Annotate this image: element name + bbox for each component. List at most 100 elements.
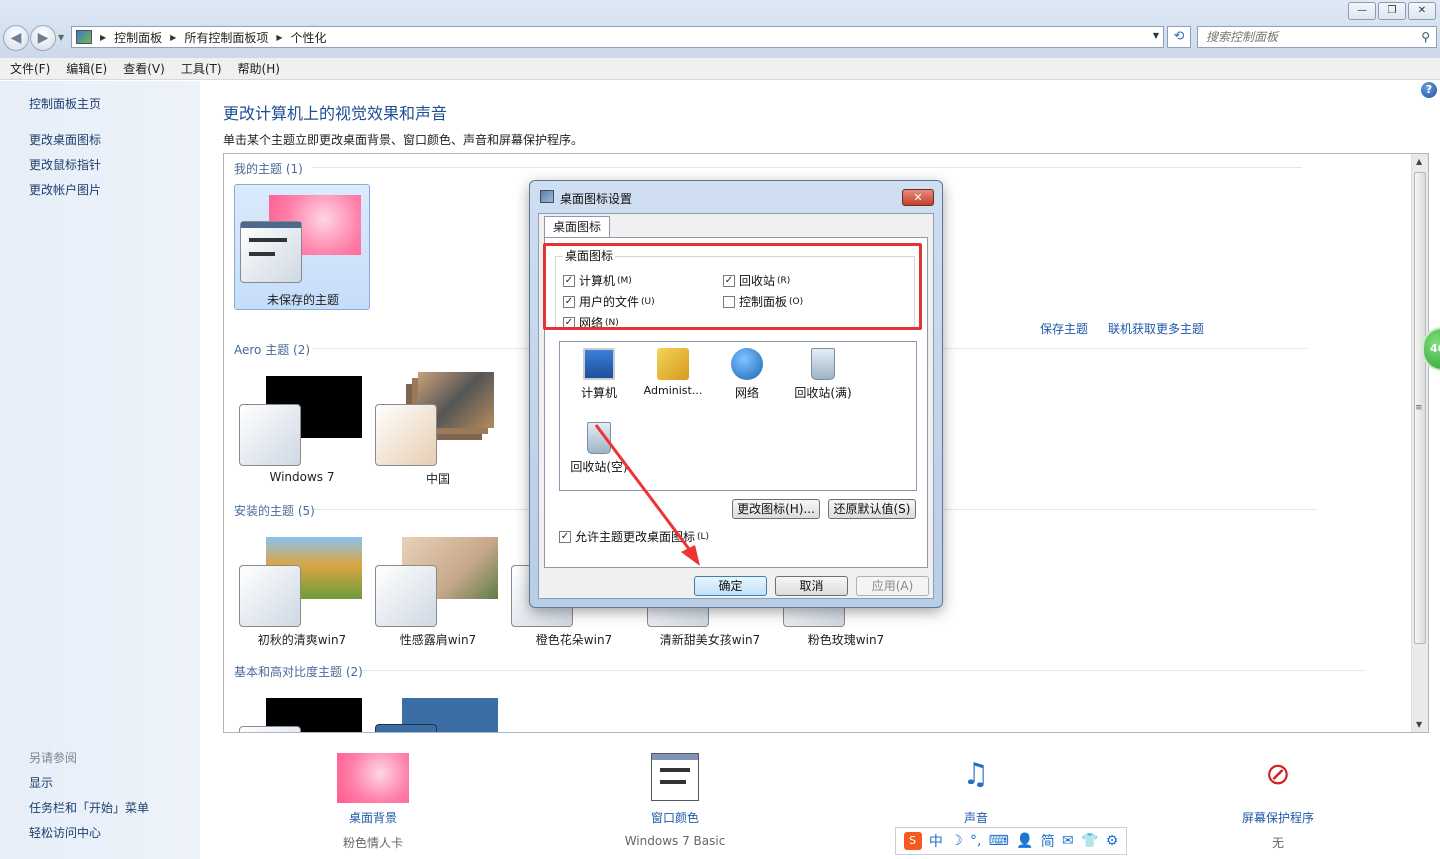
close-window-button[interactable]: ✕ (1408, 2, 1436, 20)
icon-item-network[interactable]: 网络 (710, 348, 784, 401)
sidebar-link-mouse-pointer[interactable]: 更改鼠标指针 (29, 156, 101, 173)
checkbox-label: 允许主题更改桌面图标 (575, 530, 696, 544)
page-description: 单击某个主题立即更改桌面背景、窗口颜色、声音和屏幕保护程序。 (223, 133, 584, 147)
screensaver-item[interactable]: ⊘ 屏幕保护程序 无 (1198, 753, 1358, 851)
ime-settings-icon[interactable]: ⚙ (1106, 833, 1119, 849)
ime-punct-icon[interactable]: °, (970, 833, 981, 849)
ok-button[interactable]: 确定 (694, 576, 767, 596)
checkbox-network[interactable]: ✓ 网络 (N) (563, 314, 619, 331)
checkbox-computer[interactable]: ✓ 计算机 (M) (563, 272, 632, 289)
ime-moon-icon[interactable]: ☽ (950, 833, 963, 849)
see-also-ease-of-access[interactable]: 轻松访问中心 (29, 824, 101, 841)
breadcrumb-all-items[interactable]: 所有控制面板项 (184, 29, 268, 46)
ime-simplified-mode[interactable]: 简 (1041, 831, 1055, 851)
menu-help[interactable]: 帮助(H) (238, 60, 280, 77)
section-basic-themes: 基本和高对比度主题 (2) (234, 665, 363, 679)
search-input[interactable] (1206, 30, 1411, 44)
sounds-icon: ♫ (962, 757, 990, 792)
desktop-background-item[interactable]: 桌面背景 粉色情人卡 (293, 753, 453, 851)
see-also-title: 另请参阅 (29, 751, 78, 765)
sounds-link[interactable]: 声音 (896, 809, 1056, 826)
theme-unsaved[interactable]: 未保存的主题 (234, 184, 370, 310)
maximize-button[interactable]: ❐ (1378, 2, 1406, 20)
forward-button[interactable]: ▶ (30, 25, 56, 51)
apply-button[interactable]: 应用(A) (856, 576, 929, 596)
change-icon-button[interactable]: 更改图标(H)... (732, 499, 820, 519)
recycle-bin-empty-icon (587, 422, 611, 454)
ime-skin-icon[interactable]: 👕 (1081, 833, 1098, 849)
ime-mail-icon[interactable]: ✉ (1062, 833, 1074, 849)
search-box[interactable]: ⚲ (1197, 26, 1437, 48)
icon-item-recycle-full[interactable]: 回收站(满) (786, 348, 860, 401)
checkbox-box[interactable]: ✓ (563, 274, 575, 287)
dialog-title: 桌面图标设置 (560, 192, 633, 206)
cancel-button[interactable]: 取消 (775, 576, 848, 596)
get-more-themes-link[interactable]: 联机获取更多主题 (1108, 320, 1204, 337)
see-also-taskbar[interactable]: 任务栏和「开始」菜单 (29, 799, 149, 816)
breadcrumb-control-panel[interactable]: 控制面板 (114, 29, 162, 46)
network-icon (731, 348, 763, 380)
breadcrumb-arrow-icon[interactable]: ▶ (170, 33, 176, 42)
sidebar-link-account-picture[interactable]: 更改帐户图片 (29, 181, 101, 198)
dialog-close-button[interactable]: ✕ (902, 189, 934, 206)
menu-view[interactable]: 查看(V) (123, 60, 165, 77)
recent-pages-dropdown-icon[interactable]: ▼ (58, 33, 64, 42)
scroll-up-icon[interactable]: ▲ (1416, 157, 1422, 166)
icon-item-computer[interactable]: 计算机 (562, 348, 636, 401)
ime-keyboard-icon[interactable]: ⌨ (989, 833, 1009, 849)
sidebar-link-desktop-icons[interactable]: 更改桌面图标 (29, 131, 101, 148)
desktop-icon-list[interactable]: 计算机 Administ... 网络 回收站(满) 回收站(空) (559, 341, 917, 491)
refresh-button[interactable]: ⟲ (1167, 26, 1191, 48)
minimize-button[interactable]: — (1348, 2, 1376, 20)
address-dropdown-icon[interactable]: ▼ (1153, 31, 1159, 40)
ime-user-icon[interactable]: 👤 (1016, 833, 1033, 849)
breadcrumb-arrow-icon[interactable]: ▶ (276, 33, 282, 42)
user-folder-icon (657, 348, 689, 380)
icon-item-user-files[interactable]: Administ... (636, 348, 710, 397)
sidebar-link-home[interactable]: 控制面板主页 (29, 95, 101, 112)
restore-default-button[interactable]: 还原默认值(S) (828, 499, 916, 519)
gallery-scrollbar[interactable]: ▲ ≡ ▼ (1411, 154, 1428, 732)
checkbox-allow-themes[interactable]: ✓ 允许主题更改桌面图标 (L) (559, 528, 709, 545)
address-bar[interactable]: ▶ 控制面板 ▶ 所有控制面板项 ▶ 个性化 ▼ (71, 26, 1164, 48)
tab-desktop-icons[interactable]: 桌面图标 (544, 216, 610, 238)
theme-autumn[interactable]: 初秋的清爽win7 (234, 527, 370, 653)
theme-classic[interactable] (370, 688, 506, 732)
screensaver-icon: ⊘ (1265, 757, 1291, 792)
checkbox-user-files[interactable]: ✓ 用户的文件 (U) (563, 293, 655, 310)
search-icon[interactable]: ⚲ (1421, 30, 1430, 44)
theme-window-preview (239, 404, 301, 466)
window-color-link[interactable]: 窗口颜色 (595, 809, 755, 826)
menu-tools[interactable]: 工具(T) (181, 60, 222, 77)
checkbox-box[interactable]: ✓ (723, 274, 735, 287)
checkbox-box[interactable]: ✓ (563, 316, 575, 329)
checkbox-label: 控制面板 (739, 295, 788, 309)
ime-chinese-mode[interactable]: 中 (929, 831, 943, 851)
back-button[interactable]: ◀ (3, 25, 29, 51)
checkbox-box[interactable]: ✓ (563, 295, 575, 308)
help-icon[interactable]: ? (1421, 82, 1437, 98)
icon-item-recycle-empty[interactable]: 回收站(空) (562, 422, 636, 475)
scroll-down-icon[interactable]: ▼ (1416, 720, 1422, 729)
screensaver-value: 无 (1271, 836, 1284, 850)
window-color-item[interactable]: 窗口颜色 Windows 7 Basic (595, 753, 755, 848)
sounds-item[interactable]: ♫ 声音 (896, 753, 1056, 834)
menu-file[interactable]: 文件(F) (10, 60, 50, 77)
theme-china[interactable]: 中国 (370, 366, 506, 492)
breadcrumb-arrow-icon[interactable]: ▶ (100, 33, 106, 42)
screensaver-link[interactable]: 屏幕保护程序 (1198, 809, 1358, 826)
checkbox-box[interactable]: ✓ (559, 530, 571, 543)
section-aero-themes: Aero 主题 (2) (234, 343, 311, 357)
theme-shoulder[interactable]: 性感露肩win7 (370, 527, 506, 653)
desktop-background-link[interactable]: 桌面背景 (293, 809, 453, 826)
see-also-display[interactable]: 显示 (29, 774, 53, 791)
checkbox-control-panel[interactable]: 控制面板 (O) (723, 293, 803, 310)
ime-logo-icon[interactable]: S (903, 832, 922, 850)
menu-edit[interactable]: 编辑(E) (66, 60, 107, 77)
checkbox-box[interactable] (723, 295, 735, 308)
checkbox-recycle-bin[interactable]: ✓ 回收站 (R) (723, 272, 790, 289)
theme-windows7[interactable]: Windows 7 (234, 366, 370, 492)
save-theme-link[interactable]: 保存主题 (1040, 320, 1088, 337)
theme-basic[interactable] (234, 688, 370, 732)
breadcrumb-personalization[interactable]: 个性化 (291, 29, 327, 46)
